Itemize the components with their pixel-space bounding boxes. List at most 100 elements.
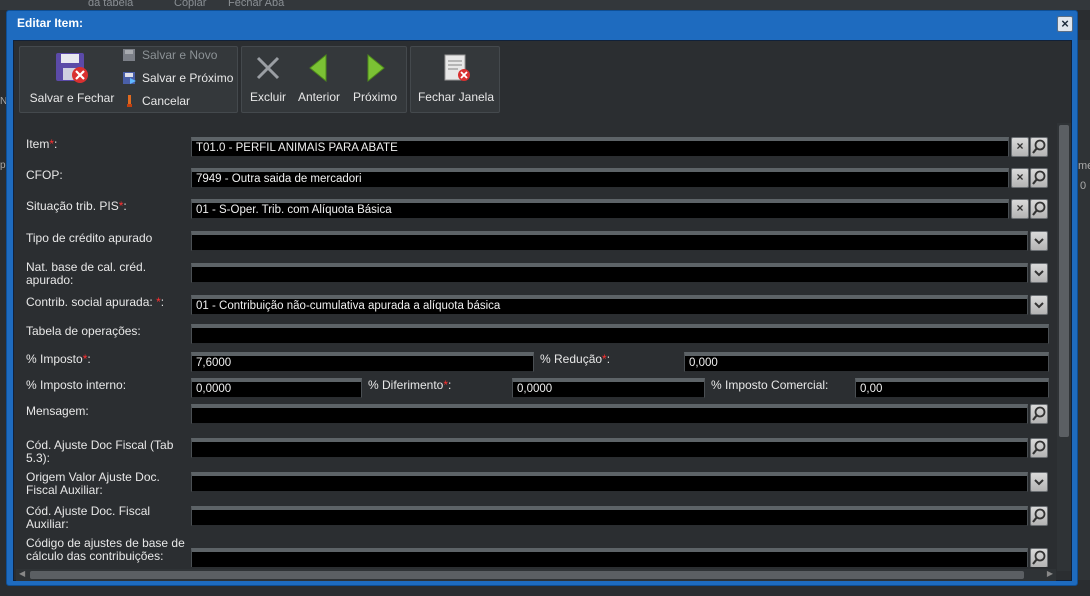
tax-pct-input[interactable]: 7,6000 <box>191 352 534 372</box>
contrib-dropdown-button[interactable] <box>1030 295 1048 315</box>
origin-adj-select[interactable] <box>191 472 1028 492</box>
nat-base-label: Nat. base de cal. créd. apurado: <box>26 260 147 287</box>
search-icon <box>1032 139 1046 154</box>
item-input[interactable]: T01.0 - PERFIL ANIMAIS PARA ABATE <box>191 137 1009 157</box>
contrib-select[interactable]: 01 - Contribuição não-cumulativa apurada… <box>191 295 1028 315</box>
save-next-label: Salvar e Próximo <box>142 71 234 85</box>
chevron-down-icon <box>1034 302 1044 309</box>
close-window-label: Fechar Janela <box>417 90 495 104</box>
search-adj-code-aux-button[interactable] <box>1030 506 1048 526</box>
commercial-tax-input[interactable]: 0,00 <box>855 378 1049 398</box>
save-next-button[interactable]: Salvar e Próximo <box>122 71 233 85</box>
search-item-button[interactable] <box>1030 137 1048 157</box>
vertical-scrollbar[interactable] <box>1057 123 1071 571</box>
operations-label: Tabela de operações: <box>26 324 141 338</box>
chevron-down-icon <box>1034 238 1044 245</box>
horizontal-scroll-thumb[interactable] <box>30 571 1024 579</box>
origin-adj-dropdown-button[interactable] <box>1030 472 1048 492</box>
tax-pct-label: % Imposto*: <box>26 352 91 366</box>
previous-label: Anterior <box>297 90 341 104</box>
dialog-body: Salvar e Fechar Salvar e Novo Salvar e P… <box>13 40 1072 581</box>
delete-button[interactable]: Excluir <box>248 53 288 104</box>
arrow-right-icon <box>367 53 385 83</box>
save-new-label: Salvar e Novo <box>142 48 218 62</box>
background-right: me 0 <box>1076 40 1090 580</box>
toolbar-save-group: Salvar e Fechar Salvar e Novo Salvar e P… <box>19 46 238 113</box>
nat-base-select[interactable] <box>191 263 1028 283</box>
deferral-label: % Diferimento*: <box>368 378 452 392</box>
save-close-label: Salvar e Fechar <box>29 91 115 105</box>
internal-tax-label: % Imposto interno: <box>26 378 127 392</box>
delete-label: Excluir <box>249 90 286 104</box>
cfop-label: CFOP: <box>26 168 63 182</box>
commercial-tax-label: % Imposto Comercial: <box>711 378 829 392</box>
chevron-down-icon <box>1034 270 1044 277</box>
cfop-input[interactable]: 7949 - Outra saida de mercadori <box>191 168 1009 188</box>
search-icon <box>1032 440 1046 455</box>
dialog-title: Editar Item: <box>17 16 84 30</box>
base-adj-input[interactable] <box>191 548 1028 567</box>
search-adj-code-button[interactable] <box>1030 438 1048 458</box>
credit-type-dropdown-button[interactable] <box>1030 231 1048 251</box>
scroll-right-icon[interactable]: ▶ <box>1047 569 1053 578</box>
search-pis-button[interactable] <box>1030 199 1048 219</box>
floppy-disk-icon <box>56 53 88 83</box>
close-dialog-button[interactable]: × <box>1057 16 1073 32</box>
message-input[interactable] <box>191 404 1028 424</box>
reduction-label: % Redução*: <box>540 352 611 366</box>
contrib-label: Contrib. social apurada: *: <box>26 295 165 309</box>
search-cfop-button[interactable] <box>1030 168 1048 188</box>
internal-tax-input[interactable]: 0,0000 <box>191 378 362 398</box>
previous-button[interactable]: Anterior <box>294 53 344 104</box>
background-tabstrip: da tabela Copiar Fechar Aba <box>0 0 1090 10</box>
search-message-button[interactable] <box>1030 404 1048 424</box>
save-new-button[interactable]: Salvar e Novo <box>122 48 217 62</box>
cancel-label: Cancelar <box>142 94 191 108</box>
save-close-button[interactable]: Salvar e Fechar <box>26 51 118 105</box>
close-window-button[interactable]: Fechar Janela <box>415 53 497 104</box>
save-new-icon <box>123 49 135 61</box>
next-label: Próximo <box>352 90 397 104</box>
search-icon <box>1032 508 1046 523</box>
adj-code-input[interactable] <box>191 438 1028 458</box>
delete-icon <box>256 56 280 80</box>
arrow-left-icon <box>309 53 327 83</box>
deferral-input[interactable]: 0,0000 <box>512 378 705 398</box>
adj-code-label: Cód. Ajuste Doc Fiscal (Tab 5.3): <box>26 438 174 465</box>
adj-code-aux-input[interactable] <box>191 506 1028 526</box>
adj-code-aux-label: Cód. Ajuste Doc. Fiscal Auxiliar: <box>26 504 151 531</box>
pis-label: Situação trib. PIS*: <box>26 199 127 213</box>
next-button[interactable]: Próximo <box>350 53 400 104</box>
credit-type-select[interactable] <box>191 231 1028 251</box>
toolbar-nav-group: Excluir Anterior Próximo <box>241 46 407 113</box>
reduction-input[interactable]: 0,000 <box>684 352 1049 372</box>
clear-item-button[interactable]: × <box>1011 137 1029 157</box>
scroll-left-icon[interactable]: ◀ <box>19 569 25 578</box>
item-form: Item*: T01.0 - PERFIL ANIMAIS PARA ABATE… <box>14 119 1054 567</box>
nat-base-dropdown-button[interactable] <box>1030 263 1048 283</box>
toolbar-close-group: Fechar Janela <box>410 46 500 113</box>
origin-adj-label: Origem Valor Ajuste Doc. Fiscal Auxiliar… <box>26 470 160 497</box>
close-window-icon <box>444 54 470 81</box>
cancel-button[interactable]: Cancelar <box>122 94 190 108</box>
dialog-titlebar[interactable]: Editar Item: × <box>7 11 1077 37</box>
horizontal-scrollbar[interactable]: ◀ ▶ <box>16 569 1056 581</box>
operations-input[interactable] <box>191 324 1049 344</box>
base-adj-label: Código de ajustes de base de cálculo das… <box>26 536 185 563</box>
clear-pis-button[interactable]: × <box>1011 199 1029 219</box>
search-icon <box>1032 170 1046 185</box>
background-tab-label: Fechar Aba <box>228 0 285 9</box>
clear-cfop-button[interactable]: × <box>1011 168 1029 188</box>
message-label: Mensagem: <box>26 404 89 418</box>
search-base-adj-button[interactable] <box>1030 548 1048 567</box>
background-text: p <box>0 160 6 171</box>
background-tab-label: da tabela <box>88 0 134 9</box>
vertical-scroll-thumb[interactable] <box>1059 125 1069 437</box>
search-icon <box>1032 406 1046 421</box>
cancel-icon <box>127 95 132 107</box>
pis-input[interactable]: 01 - S-Oper. Trib. com Alíquota Básica <box>191 199 1009 219</box>
save-next-icon <box>123 72 136 84</box>
edit-item-dialog: Editar Item: × Salvar e Fechar Salvar e … <box>6 10 1078 586</box>
item-label: Item*: <box>26 137 58 151</box>
background-text: 0 <box>1080 180 1087 192</box>
